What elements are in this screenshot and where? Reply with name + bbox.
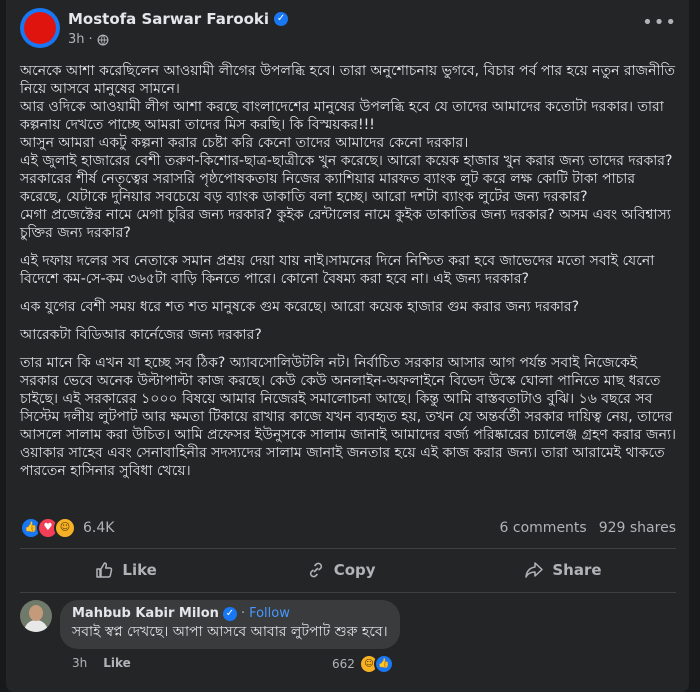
share-label: Share [552, 561, 602, 579]
post-line: আর ওদিকে আওয়ামী লীগ আশা করছে বাংলাদেশের… [20, 99, 664, 133]
author-row: Mostofa Sarwar Farooki ✓ [68, 10, 289, 28]
post-meta: 3h · [68, 32, 109, 47]
comment-item: Mahbub Kabir Milon ✓ · Follow সবাই স্বপ্… [20, 600, 676, 690]
post-time[interactable]: 3h [68, 32, 85, 47]
divider [20, 548, 676, 549]
share-button[interactable]: Share [524, 560, 602, 580]
commenter-name[interactable]: Mahbub Kabir Milon [72, 606, 219, 621]
post-line: তার মানে কি এখন যা হচ্ছে সব ঠিক? অ্যাবসো… [20, 355, 677, 479]
post-line: আরেকটা বিডিআর কার্নেজের জন্য দরকার? [20, 327, 262, 343]
post-body: অনেকে আশা করেছিলেন আওয়ামী লীগের উপলব্ধি… [20, 62, 676, 490]
reaction-summary[interactable]: 👍 ♥ ☺ 6.4K [20, 517, 114, 539]
author-avatar[interactable] [20, 8, 60, 48]
comment-like-button[interactable]: Like [103, 656, 131, 670]
post-line: সরকারের শীর্ষ নেতৃত্বের সরাসরি পৃষ্ঠপোষক… [20, 171, 636, 205]
avatar-image [24, 12, 56, 44]
post-line: এই দফায় দলের সব নেতাকে সমান প্রশ্রয় দে… [20, 253, 655, 287]
comment-time[interactable]: 3h [72, 656, 87, 670]
post-paragraph: এক যুগের বেশী সময় ধরে শত শত মানুষকে গুম… [20, 298, 676, 316]
reaction-count[interactable]: 6.4K [83, 520, 114, 536]
follow-button[interactable]: Follow [249, 606, 290, 621]
post-line: আসুন আমরা একটু কল্পনা করার চেষ্টা করি কে… [20, 135, 469, 151]
post-paragraph: তার মানে কি এখন যা হচ্ছে সব ঠিক? অ্যাবসো… [20, 354, 676, 480]
more-options-icon[interactable]: ••• [642, 12, 677, 33]
shares-count[interactable]: 929 shares [599, 520, 676, 536]
share-icon [525, 562, 544, 578]
commenter-avatar[interactable] [20, 600, 52, 632]
post-line: এক যুগের বেশী সময় ধরে শত শত মানুষকে গুম… [20, 299, 580, 315]
avatar-face [29, 605, 43, 621]
like-reaction-icon: 👍 [373, 654, 394, 674]
thumbs-up-icon [96, 562, 113, 578]
action-bar: Like Copy Share [20, 552, 676, 588]
copy-label: Copy [333, 561, 376, 579]
author-name[interactable]: Mostofa Sarwar Farooki [68, 10, 269, 28]
like-label: Like [122, 561, 157, 579]
comment-reaction-count: 662 [332, 657, 355, 671]
copy-button[interactable]: Copy [306, 560, 376, 580]
meta-separator: · [88, 32, 93, 47]
post-line: এই জুলাই হাজারের বেশী তরুণ-কিশোর-ছাত্র-ছ… [20, 153, 673, 169]
avatar-shirt [24, 620, 48, 632]
globe-icon [97, 34, 109, 45]
comments-count[interactable]: 6 comments [500, 520, 587, 536]
separator: · [240, 606, 246, 621]
comment-header: Mahbub Kabir Milon ✓ · Follow [72, 606, 388, 621]
comment-bubble: Mahbub Kabir Milon ✓ · Follow সবাই স্বপ্… [60, 600, 400, 649]
post-line: মেগা প্রজেক্টের নামে মেগা চুরির জন্য দরক… [20, 207, 671, 241]
like-button[interactable]: Like [94, 560, 157, 580]
divider [20, 592, 676, 593]
post-line: অনেকে আশা করেছিলেন আওয়ামী লীগের উপলব্ধি… [20, 63, 676, 97]
copy-icon [309, 562, 322, 578]
post-paragraph: এই দফায় দলের সব নেতাকে সমান প্রশ্রয় দে… [20, 252, 676, 288]
haha-reaction-icon: ☺ [54, 517, 76, 539]
comment-meta: 3h Like [72, 656, 131, 670]
reactions-bar: 👍 ♥ ☺ 6.4K 6 comments 929 shares [20, 514, 676, 542]
engagement-counts: 6 comments 929 shares [500, 520, 676, 536]
post-card: ••• Mostofa Sarwar Farooki ✓ 3h · অনেকে … [6, 0, 689, 692]
comment-reactions[interactable]: 662 ☺ 👍 [332, 654, 394, 674]
post-paragraph: আরেকটা বিডিআর কার্নেজের জন্য দরকার? [20, 326, 676, 344]
verified-badge-icon: ✓ [222, 606, 237, 621]
comment-text: সবাই স্বপ্ন দেখছে। আপা আসবে আবার লুটপাট … [72, 624, 388, 640]
verified-badge-icon: ✓ [274, 12, 289, 26]
post-paragraph: অনেকে আশা করেছিলেন আওয়ামী লীগের উপলব্ধি… [20, 62, 676, 242]
